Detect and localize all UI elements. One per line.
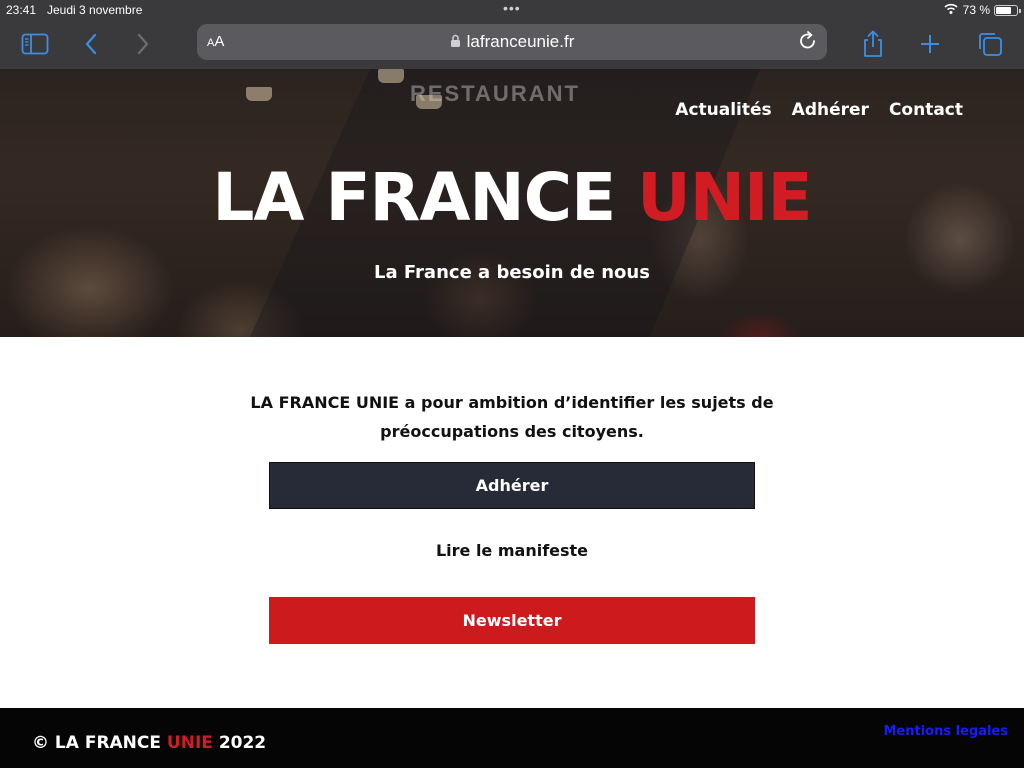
main-nav: Actualités Adhérer Contact: [675, 100, 963, 120]
status-time: 23:41: [6, 3, 37, 17]
copyright: © LA FRANCE UNIE 2022: [32, 733, 267, 753]
battery-percent: 73 %: [962, 3, 990, 17]
hero-subtitle: La France a besoin de nous: [374, 262, 650, 283]
mentions-legales-link[interactable]: Mentions legales: [884, 724, 1009, 739]
hero-banner: RESTAURANT Actualités Adhérer Contact LA…: [0, 69, 1024, 337]
lock-icon: [450, 34, 460, 47]
url-text[interactable]: lafranceunie.fr: [467, 32, 575, 51]
status-bar: 23:41 Jeudi 3 novembre ••• 73 %: [0, 0, 1024, 20]
reload-icon[interactable]: [797, 30, 819, 52]
intro-text: LA FRANCE UNIE a pour ambition d’identif…: [250, 393, 774, 441]
lamp-icon: [246, 87, 272, 101]
nav-contact[interactable]: Contact: [889, 100, 963, 120]
new-tab-icon[interactable]: [915, 29, 945, 59]
page-title: LA FRANCE UNIE: [0, 159, 1024, 236]
lamp-icon: [378, 69, 404, 83]
manifeste-link[interactable]: Lire le manifeste: [269, 541, 755, 560]
share-icon[interactable]: [858, 29, 888, 59]
battery-icon: [994, 5, 1021, 16]
back-icon[interactable]: [76, 29, 106, 59]
status-date: Jeudi 3 novembre: [47, 3, 143, 17]
address-bar[interactable]: AA lafranceunie.fr: [197, 24, 827, 60]
footer: © LA FRANCE UNIE 2022 Mentions legales: [0, 708, 1024, 768]
lamp-icon: [416, 95, 442, 109]
adherer-button[interactable]: Adhérer: [269, 462, 755, 509]
tabs-icon[interactable]: [975, 29, 1005, 59]
title-main: LA FRANCE: [212, 159, 638, 236]
nav-adherer[interactable]: Adhérer: [792, 100, 869, 120]
title-accent: UNIE: [637, 159, 812, 236]
browser-toolbar: AA lafranceunie.fr: [0, 20, 1024, 69]
wifi-icon: [944, 3, 958, 14]
forward-icon[interactable]: [128, 29, 158, 59]
sidebar-icon[interactable]: [20, 29, 50, 59]
newsletter-button[interactable]: Newsletter: [269, 597, 755, 644]
multitasking-dots-icon[interactable]: •••: [503, 0, 521, 16]
nav-actualites[interactable]: Actualités: [675, 100, 771, 120]
